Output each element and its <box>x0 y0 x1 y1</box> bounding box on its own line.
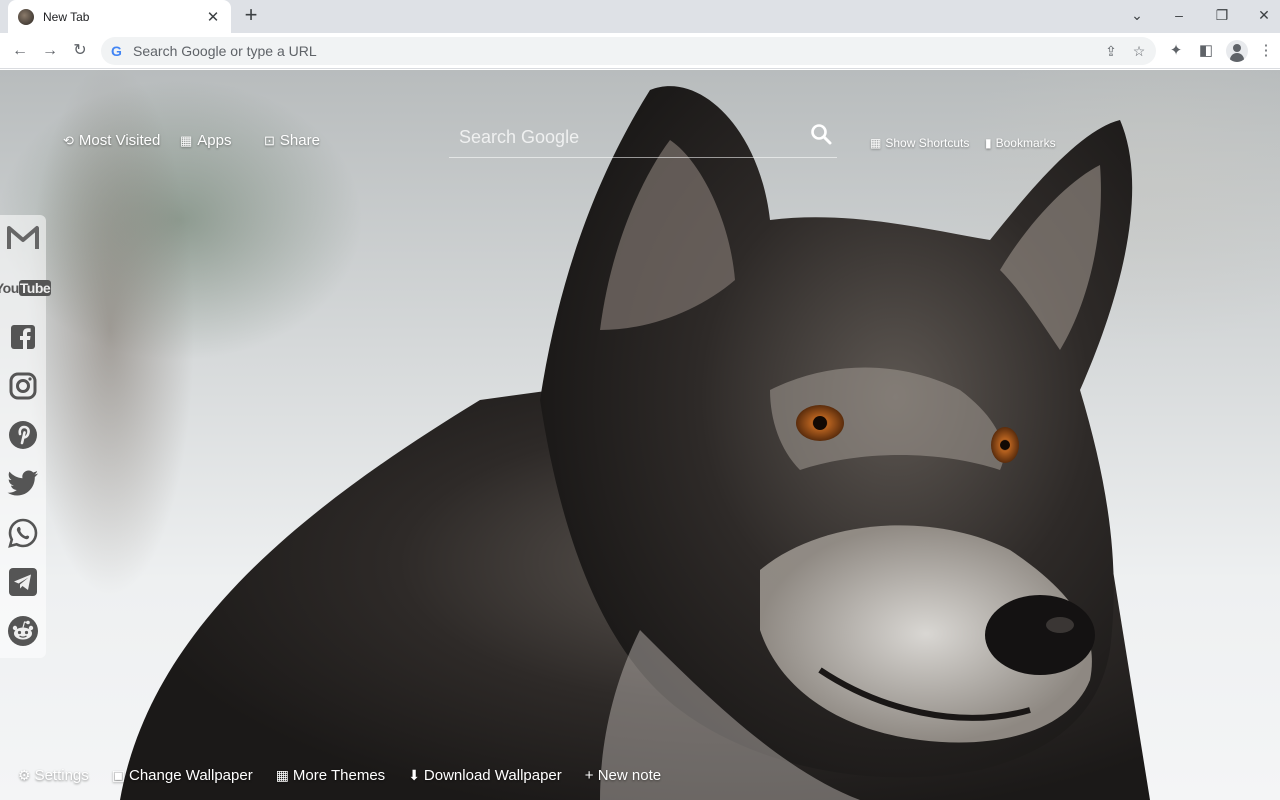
apps-link[interactable]: ▦ Apps <box>180 132 232 149</box>
reload-icon[interactable]: ↻ <box>69 40 91 62</box>
settings-label: Settings <box>34 767 89 784</box>
social-sidebar: YouTube <box>0 215 52 658</box>
wallpaper-icon: ▣ <box>111 767 125 783</box>
bookmarks-link[interactable]: ▮ Bookmarks <box>985 136 1056 150</box>
google-icon: G <box>111 43 122 59</box>
tab-search-icon[interactable]: ⌄ <box>1124 4 1150 26</box>
tab-strip: New Tab ✕ + ⌄ – ❐ ✕ <box>0 0 1280 33</box>
facebook-icon[interactable] <box>5 319 41 355</box>
gear-icon: ⚙ <box>18 767 31 783</box>
share-link[interactable]: ⊡ Share <box>264 132 320 149</box>
youtube-tube: Tube <box>18 280 52 296</box>
most-visited-link[interactable]: ⟲ Most Visited <box>63 132 160 149</box>
bookmarks-label: Bookmarks <box>995 136 1056 150</box>
minimize-icon[interactable]: – <box>1166 4 1192 26</box>
close-tab-icon[interactable]: ✕ <box>205 8 221 26</box>
wolf-favicon-icon <box>18 8 34 25</box>
more-themes-label: More Themes <box>292 767 386 784</box>
extensions-icon[interactable]: ✦ <box>1165 40 1187 62</box>
forward-icon[interactable]: → <box>39 40 61 62</box>
pinterest-icon[interactable] <box>5 417 41 453</box>
download-icon: ⬇ <box>408 767 420 783</box>
search-box <box>449 118 837 158</box>
new-note-label: + New note <box>584 767 662 784</box>
menu-icon[interactable]: ⋮ <box>1255 40 1277 62</box>
change-wallpaper-label: Change Wallpaper <box>129 767 253 784</box>
new-tab-button[interactable]: + <box>240 4 262 27</box>
browser-toolbar: ← → ↻ G Search Google or type a URL ⇪ ☆ … <box>0 33 1280 69</box>
apps-grid-icon: ▦ <box>180 132 193 148</box>
omnibox-placeholder: Search Google or type a URL <box>133 43 317 59</box>
telegram-icon[interactable] <box>5 564 41 600</box>
gmail-icon[interactable] <box>5 220 41 256</box>
whatsapp-icon[interactable] <box>5 515 41 551</box>
history-icon: ⟲ <box>63 132 74 148</box>
share-icon: ⊡ <box>264 132 275 148</box>
profile-avatar-icon[interactable] <box>1226 40 1248 62</box>
download-wallpaper-button[interactable]: ⬇ Download Wallpaper <box>408 767 562 784</box>
show-shortcuts-label: Show Shortcuts <box>885 136 970 150</box>
share-page-icon[interactable]: ⇪ <box>1100 43 1122 60</box>
new-tab-page: ⟲ Most Visited ▦ Apps ⊡ Share ▦ Show Sho… <box>0 70 1280 800</box>
share-label: Share <box>279 132 320 149</box>
bookmark-icon: ▮ <box>985 136 992 150</box>
change-wallpaper-button[interactable]: ▣ Change Wallpaper <box>112 767 253 784</box>
windows-grid-icon: ▦ <box>870 136 882 150</box>
twitter-icon[interactable] <box>5 466 41 502</box>
settings-button[interactable]: ⚙ Settings <box>18 767 89 784</box>
download-wallpaper-label: Download Wallpaper <box>423 767 562 784</box>
themes-grid-icon: ▦ <box>275 767 289 783</box>
youtube-you: You <box>0 280 19 296</box>
search-icon[interactable] <box>809 122 833 146</box>
reddit-icon[interactable] <box>5 613 41 649</box>
close-window-icon[interactable]: ✕ <box>1251 4 1277 26</box>
instagram-icon[interactable] <box>5 368 41 404</box>
bookmark-star-icon[interactable]: ☆ <box>1128 43 1150 60</box>
back-icon[interactable]: ← <box>9 40 31 62</box>
apps-label: Apps <box>197 132 232 149</box>
wolf-wallpaper <box>120 86 1150 800</box>
new-note-button[interactable]: + New note <box>585 767 661 784</box>
side-panel-icon[interactable]: ◧ <box>1195 40 1217 62</box>
restore-icon[interactable]: ❐ <box>1209 4 1235 26</box>
search-input[interactable] <box>459 124 799 150</box>
tab-title: New Tab <box>43 9 90 24</box>
more-themes-button[interactable]: ▦ More Themes <box>276 767 386 784</box>
youtube-icon[interactable]: YouTube <box>0 270 52 306</box>
show-shortcuts-link[interactable]: ▦ Show Shortcuts <box>870 136 969 150</box>
omnibox[interactable]: G Search Google or type a URL ⇪ ☆ <box>101 37 1156 65</box>
tab-new-tab[interactable]: New Tab ✕ <box>8 0 231 33</box>
bottom-bar: ⚙ Settings ▣ Change Wallpaper ▦ More The… <box>18 767 684 784</box>
most-visited-label: Most Visited <box>78 132 161 149</box>
